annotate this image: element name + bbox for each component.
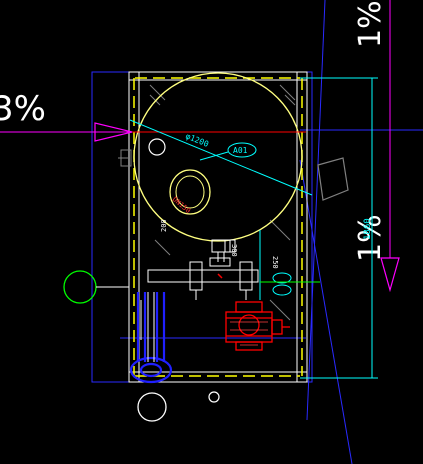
right-slope-label-top: 1%: [353, 0, 388, 48]
cad-drawing-canvas[interactable]: 3% 1% 1% 1860 φ1200 A01 DN150 300 250 20…: [0, 0, 423, 464]
dim-200-label: 200: [160, 219, 168, 232]
left-slope-label: 3%: [0, 89, 46, 129]
dim-250-label: 250: [271, 256, 279, 269]
dim-height-label: 1860: [363, 218, 373, 240]
tag-label: A01: [233, 146, 248, 155]
dim-300-label: 300: [230, 244, 238, 257]
